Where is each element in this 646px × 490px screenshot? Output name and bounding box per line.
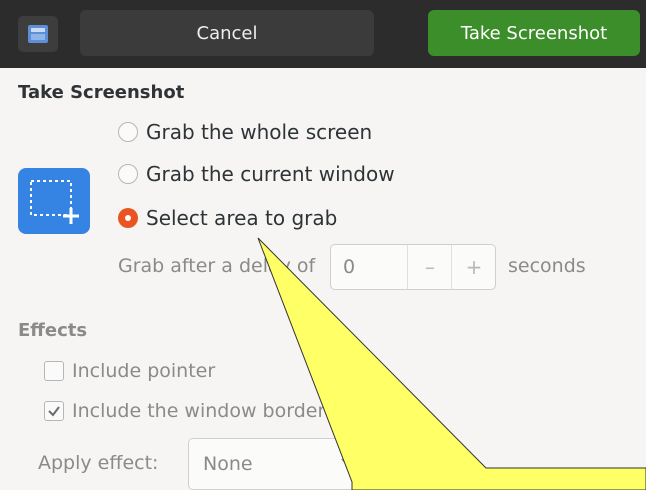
chevron-down-icon [341, 459, 353, 466]
delay-spinbutton[interactable]: 0 – + [330, 244, 496, 290]
include-pointer-option[interactable]: Include pointer [44, 360, 215, 382]
header-bar: Cancel Take Screenshot [0, 0, 646, 68]
take-screenshot-button[interactable]: Take Screenshot [428, 10, 640, 56]
delay-value[interactable]: 0 [343, 256, 355, 278]
take-screenshot-heading: Take Screenshot [18, 82, 185, 103]
select-area-icon [18, 168, 90, 234]
radio-label: Grab the whole screen [146, 120, 373, 144]
decrement-button[interactable]: – [407, 245, 452, 289]
screenshot-dialog: Cancel Take Screenshot Take Screenshot G… [0, 0, 646, 490]
cancel-button[interactable]: Cancel [80, 10, 374, 56]
radio-label: Grab the current window [146, 162, 395, 186]
checkbox-label: Include pointer [72, 360, 216, 382]
include-border-option[interactable]: Include the window border [44, 400, 325, 422]
apply-effect-value: None [203, 453, 253, 475]
include-pointer-checkbox[interactable] [44, 361, 64, 381]
radio-button[interactable] [118, 122, 138, 142]
radio-label: Select area to grab [146, 206, 338, 230]
delay-label: Grab after a delay of [118, 255, 316, 277]
checkmark-icon [48, 406, 60, 417]
apply-effect-label: Apply effect: [38, 452, 159, 474]
radio-button-selected[interactable] [118, 208, 138, 228]
screenshot-app-icon [18, 16, 58, 52]
radio-current-window[interactable]: Grab the current window [118, 162, 395, 186]
seconds-label: seconds [508, 255, 586, 277]
increment-button[interactable]: + [451, 245, 496, 289]
radio-whole-screen[interactable]: Grab the whole screen [118, 120, 372, 144]
checkbox-label: Include the window border [72, 400, 326, 422]
apply-effect-dropdown[interactable]: None [188, 438, 374, 490]
radio-button[interactable] [118, 164, 138, 184]
include-border-checkbox[interactable] [44, 401, 64, 421]
effects-heading: Effects [18, 320, 88, 341]
radio-select-area[interactable]: Select area to grab [118, 206, 337, 230]
